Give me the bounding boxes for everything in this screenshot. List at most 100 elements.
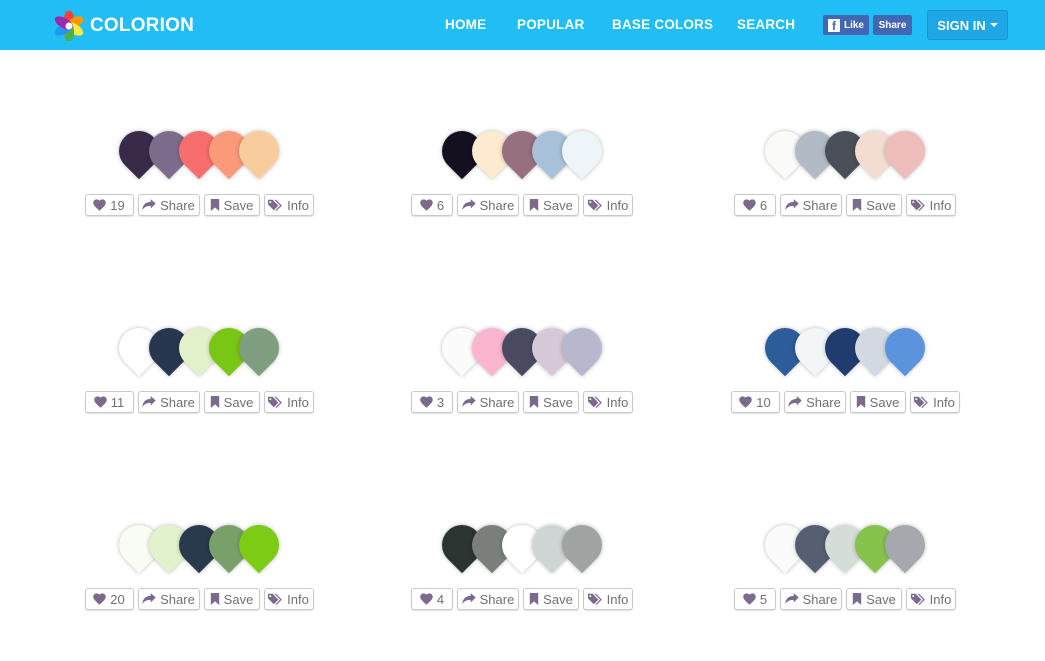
info-button[interactable]: Info (263, 588, 314, 610)
save-button[interactable]: Save (849, 391, 906, 413)
info-button[interactable]: Info (263, 391, 314, 413)
info-button[interactable]: Info (583, 194, 633, 216)
share-button[interactable]: Share (780, 194, 842, 216)
share-button[interactable]: Share (137, 391, 200, 413)
color-swatch[interactable] (876, 122, 934, 180)
swatch-row[interactable] (110, 319, 288, 377)
swatch-row[interactable] (756, 516, 934, 574)
swatch-row[interactable] (110, 516, 288, 574)
share-button[interactable]: Share (457, 588, 519, 610)
like-button[interactable]: 6 (411, 194, 453, 216)
save-button[interactable]: Save (846, 194, 902, 216)
like-button[interactable]: 5 (734, 588, 776, 610)
info-button[interactable]: Info (583, 588, 633, 610)
info-button[interactable]: Info (909, 391, 960, 413)
swatch-row[interactable] (110, 122, 288, 180)
save-button[interactable]: Save (523, 194, 579, 216)
share-button[interactable]: Share (780, 588, 842, 610)
share-label: Share (802, 197, 838, 213)
like-button[interactable]: 3 (411, 391, 453, 413)
swatch-row[interactable] (433, 516, 611, 574)
color-swatch[interactable] (876, 516, 934, 574)
info-label: Info (929, 591, 952, 607)
info-button[interactable]: Info (583, 391, 633, 413)
save-label: Save (223, 197, 254, 213)
swatch-row[interactable] (756, 122, 934, 180)
heart-icon (93, 199, 106, 211)
like-button[interactable]: 11 (84, 391, 134, 413)
like-button[interactable]: 4 (411, 588, 453, 610)
palette-card-5: 3 Share Save Info (402, 319, 642, 434)
info-button[interactable]: Info (906, 194, 956, 216)
bookmark-icon (852, 199, 862, 211)
like-button[interactable]: 20 (84, 588, 134, 610)
color-swatch[interactable] (230, 122, 288, 180)
palette-card-2: 6 Share Save Info (402, 122, 642, 237)
color-swatch[interactable] (876, 319, 934, 377)
facebook-share-button[interactable]: Share (873, 15, 912, 35)
color-swatch[interactable] (553, 319, 611, 377)
share-arrow-icon (784, 199, 799, 211)
save-button[interactable]: Save (523, 588, 579, 610)
facebook-like-button[interactable]: f Like (823, 15, 869, 35)
nav-search[interactable]: SEARCH (737, 17, 795, 32)
like-count: 3 (436, 394, 445, 410)
share-arrow-icon (142, 396, 156, 408)
info-label: Info (606, 591, 629, 607)
heart-icon (93, 593, 106, 605)
save-button[interactable]: Save (203, 194, 260, 216)
heart-icon (743, 593, 756, 605)
nav-home[interactable]: HOME (445, 17, 486, 32)
colorion-logo-icon (54, 11, 84, 41)
share-arrow-icon (788, 396, 802, 408)
info-button[interactable]: Info (906, 588, 956, 610)
share-button[interactable]: Share (457, 194, 519, 216)
brand[interactable]: COLORION (54, 11, 194, 41)
palette-actions: 20 Share Save Info (84, 588, 314, 610)
save-label: Save (223, 591, 254, 607)
palette-actions: 19 Share Save Info (84, 194, 314, 216)
like-count: 10 (756, 394, 771, 410)
heart-icon (420, 199, 433, 211)
sign-in-button[interactable]: SIGN IN (927, 10, 1008, 40)
palette-actions: 11 Share Save Info (84, 391, 314, 413)
swatch-row[interactable] (756, 319, 934, 377)
save-label: Save (223, 394, 254, 410)
heart-icon (739, 396, 752, 408)
palette-card-3: 6 Share Save Info (725, 122, 965, 237)
color-swatch[interactable] (553, 122, 611, 180)
share-button[interactable]: Share (137, 194, 200, 216)
info-button[interactable]: Info (263, 194, 314, 216)
save-button[interactable]: Save (203, 588, 260, 610)
bookmark-icon (852, 593, 862, 605)
facebook-share-label: Share (878, 19, 907, 31)
nav-base-colors[interactable]: BASE COLORS (612, 17, 713, 32)
facebook-icon: f (828, 18, 840, 32)
save-button[interactable]: Save (523, 391, 579, 413)
share-button[interactable]: Share (137, 588, 200, 610)
save-button[interactable]: Save (846, 588, 902, 610)
palette-card-1: 19 Share Save Info (79, 122, 319, 237)
tags-icon (910, 593, 925, 605)
share-button[interactable]: Share (783, 391, 846, 413)
color-swatch[interactable] (553, 516, 611, 574)
swatch-row[interactable] (433, 319, 611, 377)
like-count: 5 (759, 591, 768, 607)
color-swatch[interactable] (230, 319, 288, 377)
swatch-row[interactable] (433, 122, 611, 180)
heart-icon (420, 593, 433, 605)
save-button[interactable]: Save (203, 391, 260, 413)
nav-popular[interactable]: POPULAR (517, 17, 584, 32)
save-label: Save (869, 394, 900, 410)
share-arrow-icon (461, 593, 476, 605)
color-swatch[interactable] (230, 516, 288, 574)
like-count: 19 (110, 197, 125, 213)
palette-actions: 6 Share Save Info (411, 194, 633, 216)
share-arrow-icon (461, 396, 476, 408)
tags-icon (268, 199, 283, 211)
like-count: 6 (759, 197, 768, 213)
like-button[interactable]: 6 (734, 194, 776, 216)
share-button[interactable]: Share (457, 391, 519, 413)
like-button[interactable]: 10 (730, 391, 780, 413)
like-button[interactable]: 19 (84, 194, 134, 216)
